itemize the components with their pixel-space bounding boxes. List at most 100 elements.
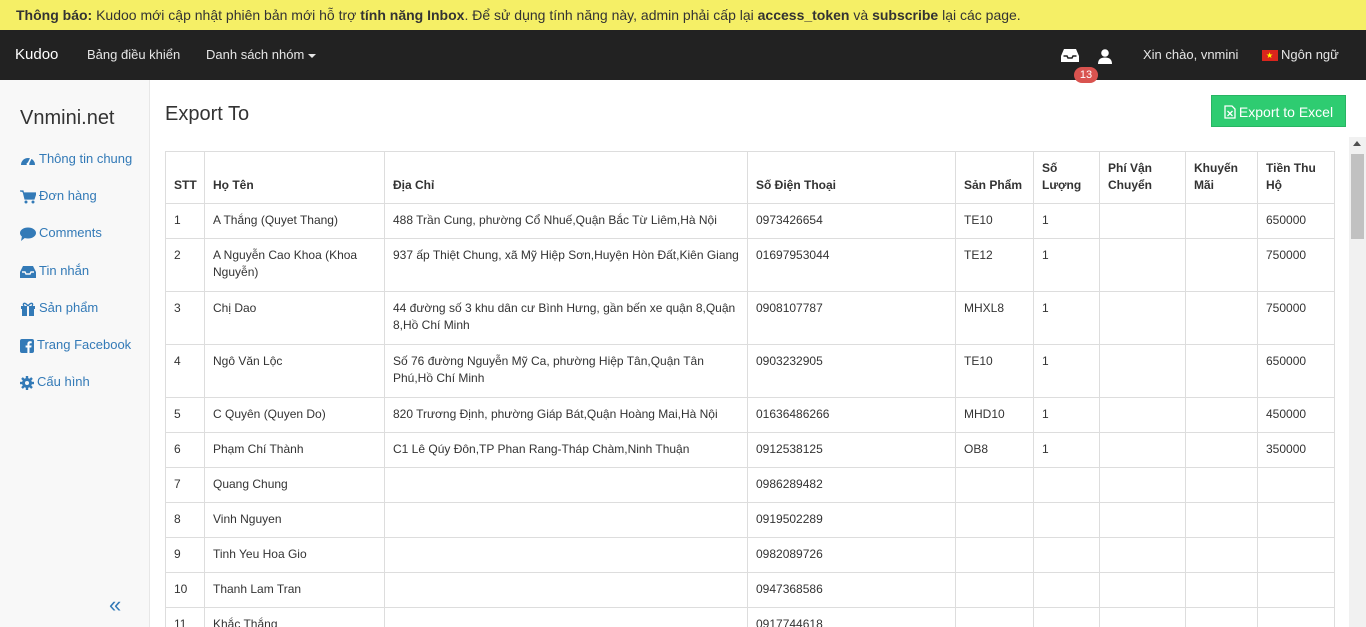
- cog-icon: [20, 375, 34, 390]
- top-navbar: Kudoo Bảng điều khiển Danh sách nhóm 13 …: [0, 30, 1366, 83]
- cell-product: [955, 537, 1034, 573]
- language-menu[interactable]: Ngôn ngữ: [1262, 30, 1339, 80]
- cell-cod-amount: [1257, 572, 1335, 608]
- cell-shipping-fee: [1099, 344, 1186, 398]
- notice-text: Kudoo mới cập nhật phiên bản mới hỗ trợ: [92, 7, 361, 23]
- column-header[interactable]: Sản Phẩm: [955, 151, 1034, 204]
- sidebar-item-products[interactable]: Sản phẩm: [20, 298, 98, 318]
- column-header[interactable]: STT: [165, 151, 205, 204]
- comment-icon: [20, 227, 36, 241]
- cell-cod-amount: [1257, 502, 1335, 538]
- page-title: Export To: [165, 103, 250, 125]
- inbox-icon[interactable]: [1061, 48, 1081, 64]
- cell-name: C Quyên (Quyen Do): [204, 397, 385, 433]
- table-row: 6 Phạm Chí Thành C1 Lê Qúy Đôn,TP Phan Ran…: [165, 432, 1335, 468]
- nav-dashboard[interactable]: Bảng điều khiển: [87, 30, 180, 80]
- column-header[interactable]: Số Lượng: [1033, 151, 1100, 204]
- collapse-sidebar-icon[interactable]: «: [109, 594, 121, 616]
- cell-shipping-fee: [1099, 467, 1186, 503]
- cell-quantity: [1033, 467, 1100, 503]
- column-header[interactable]: Khuyến Mãi: [1185, 151, 1258, 204]
- cell-quantity: 1: [1033, 397, 1100, 433]
- cell-stt: 10: [165, 572, 205, 608]
- cell-name: Khắc Thắng: [204, 607, 385, 627]
- cell-name: Quang Chung: [204, 467, 385, 503]
- user-icon[interactable]: [1097, 48, 1113, 64]
- nav-groups-dropdown[interactable]: Danh sách nhóm: [206, 30, 317, 80]
- sidebar-item-label: Trang Facebook: [37, 337, 132, 352]
- sidebar-item-general-info[interactable]: Thông tin chung: [20, 149, 132, 169]
- gift-icon: [21, 302, 35, 316]
- dashboard-icon: [21, 157, 35, 165]
- cell-phone: 0903232905: [747, 344, 956, 398]
- cell-phone: 0986289482: [747, 467, 956, 503]
- scrollbar-thumb[interactable]: [1351, 154, 1364, 239]
- sidebar-item-label: Thông tin chung: [39, 151, 133, 166]
- cell-address: C1 Lê Qúy Đôn,TP Phan Rang-Tháp Chàm,Nin…: [384, 432, 748, 468]
- table-row: 2A Nguyễn Cao Khoa (Khoa Nguyễn) 937 ấp T…: [165, 238, 1335, 292]
- cell-name: Vinh Nguyen: [204, 502, 385, 538]
- cell-product: OB8: [955, 432, 1034, 468]
- cell-stt: 2: [165, 238, 205, 292]
- cell-cod-amount: 650000: [1257, 203, 1335, 239]
- sidebar-item-messages[interactable]: Tin nhắn: [20, 261, 89, 281]
- main-content: Export To Export to Excel STT Họ Tên Địa…: [150, 80, 1349, 627]
- cell-quantity: 1: [1033, 432, 1100, 468]
- export-button-label: Export to Excel: [1238, 104, 1334, 120]
- cell-address: [384, 572, 748, 608]
- export-to-excel-button[interactable]: Export to Excel: [1211, 95, 1346, 127]
- cell-stt: 9: [165, 537, 205, 573]
- sidebar-item-label: Đơn hàng: [39, 188, 97, 203]
- cell-cod-amount: 350000: [1257, 432, 1335, 468]
- table-header-row: STT Họ Tên Địa Chỉ Số Điện Thoại Sản Phẩ…: [165, 151, 1335, 204]
- sidebar-item-orders[interactable]: Đơn hàng: [20, 186, 97, 206]
- cart-icon: [20, 189, 37, 204]
- cell-promotion: [1185, 203, 1258, 239]
- brand-link[interactable]: Kudoo: [15, 30, 58, 80]
- cell-shipping-fee: [1099, 397, 1186, 433]
- cell-name: Chị Dao: [204, 291, 385, 345]
- column-header[interactable]: Phí Vận Chuyển: [1099, 151, 1186, 204]
- cell-product: [955, 502, 1034, 538]
- table-row: 8 Vinh Nguyen 0919502289: [165, 502, 1335, 538]
- cell-promotion: [1185, 572, 1258, 608]
- cell-promotion: [1185, 344, 1258, 398]
- scroll-up-arrow-icon[interactable]: [1353, 141, 1361, 146]
- column-header[interactable]: Địa Chỉ: [384, 151, 748, 204]
- language-label: Ngôn ngữ: [1281, 47, 1339, 62]
- column-header[interactable]: Họ Tên: [204, 151, 385, 204]
- cell-quantity: 1: [1033, 344, 1100, 398]
- sidebar-item-label: Sản phẩm: [39, 300, 99, 315]
- cell-cod-amount: 750000: [1257, 238, 1335, 292]
- table-row: 5C Quyên (Quyen Do) 820 Trương Định, phườ…: [165, 397, 1335, 433]
- notice-bar: Thông báo: Kudoo mới cập nhật phiên bản …: [0, 0, 1366, 30]
- sidebar-item-comments[interactable]: Comments: [20, 223, 102, 243]
- page-scrollbar[interactable]: [1349, 137, 1366, 627]
- cell-product: TE12: [955, 238, 1034, 292]
- cell-quantity: [1033, 537, 1100, 573]
- cell-shipping-fee: [1099, 572, 1186, 608]
- cell-shipping-fee: [1099, 203, 1186, 239]
- cell-stt: 5: [165, 397, 205, 433]
- notice-token: access_token: [757, 7, 850, 23]
- cell-address: 44 đường số 3 khu dân cư Bình Hưng, gần …: [384, 291, 748, 345]
- cell-stt: 7: [165, 467, 205, 503]
- column-header[interactable]: Tiền Thu Hộ: [1257, 151, 1335, 204]
- sidebar-item-settings[interactable]: Cấu hình: [20, 372, 90, 392]
- cell-phone: 0908107787: [747, 291, 956, 345]
- cell-name: Phạm Chí Thành: [204, 432, 385, 468]
- cell-promotion: [1185, 432, 1258, 468]
- table-row: 4 Ngô Văn Lộc Số 76 đường Nguyễn Mỹ Ca, ph…: [165, 344, 1335, 398]
- cell-cod-amount: 750000: [1257, 291, 1335, 345]
- cell-phone: 0917744618: [747, 607, 956, 627]
- sidebar-item-facebook-page[interactable]: Trang Facebook: [20, 335, 131, 355]
- cell-product: MHXL8: [955, 291, 1034, 345]
- facebook-icon: [20, 338, 34, 353]
- column-header[interactable]: Số Điện Thoại: [747, 151, 956, 204]
- cell-phone: 0912538125: [747, 432, 956, 468]
- cell-promotion: [1185, 291, 1258, 345]
- sidebar-item-label: Cấu hình: [37, 374, 90, 389]
- cell-product: [955, 467, 1034, 503]
- cell-name: Tinh Yeu Hoa Gio: [204, 537, 385, 573]
- user-greeting[interactable]: Xin chào, vnmini: [1143, 30, 1238, 80]
